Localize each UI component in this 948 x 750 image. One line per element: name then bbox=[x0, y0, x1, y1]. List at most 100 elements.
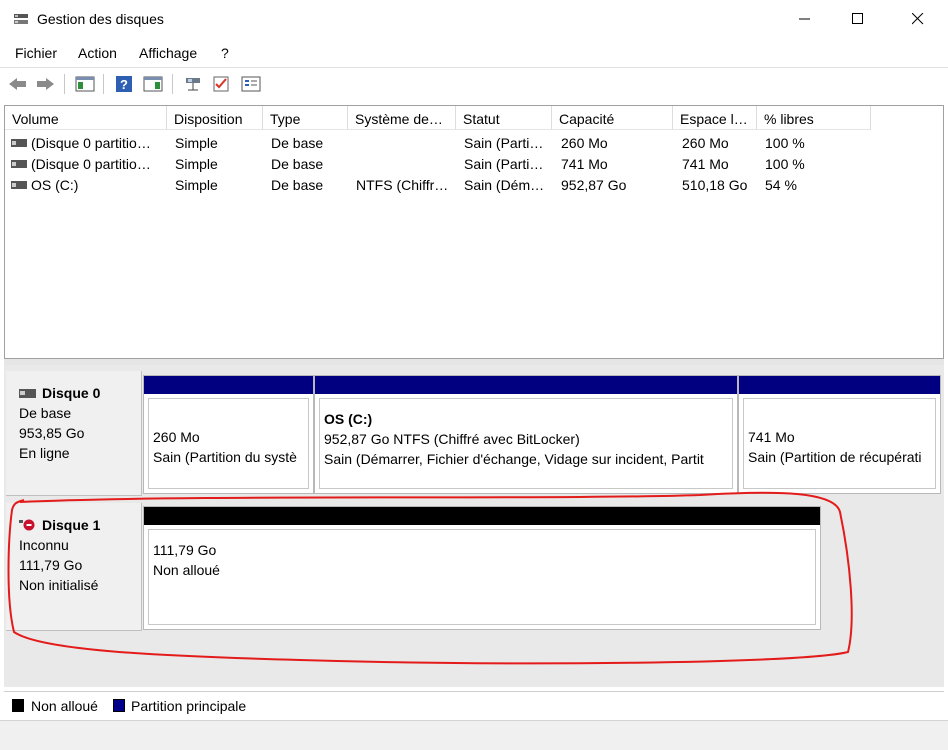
legend-unallocated-swatch bbox=[12, 699, 24, 712]
partition-status: Sain (Démarrer, Fichier d'échange, Vidag… bbox=[324, 451, 704, 467]
status-bar bbox=[0, 720, 948, 750]
cell-percent-free: 100 % bbox=[765, 156, 805, 172]
column-capacity[interactable]: Capacité bbox=[552, 106, 673, 130]
partition-body: OS (C:) 952,87 Go NTFS (Chiffré avec Bit… bbox=[319, 398, 733, 489]
drive-icon bbox=[11, 139, 27, 147]
disk0-partition-recovery[interactable]: 741 Mo Sain (Partition de récupérati bbox=[738, 375, 941, 494]
disk1-name: Disque 1 bbox=[19, 515, 141, 535]
close-icon bbox=[912, 13, 924, 25]
menu-action[interactable]: Action bbox=[78, 45, 117, 61]
legend-primary-label: Partition principale bbox=[131, 698, 247, 714]
console-tree-button[interactable] bbox=[74, 73, 96, 95]
help-button[interactable]: ? bbox=[113, 73, 135, 95]
checklist-button[interactable] bbox=[210, 73, 232, 95]
disk1-type: Inconnu bbox=[19, 537, 69, 553]
help-icon: ? bbox=[116, 76, 132, 92]
back-icon bbox=[9, 78, 26, 90]
partition-title: OS (C:) bbox=[324, 411, 373, 427]
partition-size: 741 Mo bbox=[748, 429, 795, 445]
disk0-name: Disque 0 bbox=[19, 383, 141, 403]
maximize-icon bbox=[852, 13, 863, 24]
disk-management-app-icon bbox=[14, 14, 28, 24]
menu-bar: Fichier Action Affichage ? bbox=[0, 41, 948, 65]
disk1-label[interactable]: Disque 1 Inconnu 111,79 Go Non initialis… bbox=[6, 503, 142, 631]
cell-percent-free: 54 % bbox=[765, 177, 797, 193]
action-pane-button[interactable] bbox=[142, 73, 164, 95]
legend: Non alloué Partition principale bbox=[4, 691, 944, 717]
cell-disposition: Simple bbox=[175, 156, 218, 172]
toolbar: ? bbox=[0, 67, 948, 99]
cell-free-space: 741 Mo bbox=[682, 156, 729, 172]
close-button[interactable] bbox=[895, 0, 941, 38]
maximize-button[interactable] bbox=[835, 0, 881, 38]
column-volume[interactable]: Volume bbox=[5, 106, 167, 130]
title-bar: Gestion des disques bbox=[0, 0, 948, 38]
partition-size: 111,79 Go bbox=[153, 542, 217, 558]
table-row[interactable]: (Disque 0 partitio… Simple De base Sain … bbox=[5, 154, 943, 175]
cell-free-space: 510,18 Go bbox=[682, 177, 748, 193]
disk0-partition-system[interactable]: 260 Mo Sain (Partition du systè bbox=[143, 375, 314, 494]
disk-icon bbox=[19, 388, 36, 398]
cell-status: Sain (Dém… bbox=[464, 177, 545, 193]
column-filesystem[interactable]: Système de… bbox=[348, 106, 456, 130]
action-pane-icon bbox=[143, 76, 163, 92]
svg-text:?: ? bbox=[120, 77, 128, 92]
back-button[interactable] bbox=[7, 73, 29, 95]
cell-status: Sain (Parti… bbox=[464, 156, 544, 172]
volume-list-header: Volume Disposition Type Système de… Stat… bbox=[5, 106, 943, 130]
disk0-partition-os[interactable]: OS (C:) 952,87 Go NTFS (Chiffré avec Bit… bbox=[314, 375, 738, 494]
disk1-unallocated-space[interactable]: 111,79 Go Non alloué bbox=[143, 506, 821, 630]
disk0-status: En ligne bbox=[19, 445, 70, 461]
column-free-space[interactable]: Espace l… bbox=[673, 106, 757, 130]
properties-button[interactable] bbox=[240, 73, 262, 95]
column-type[interactable]: Type bbox=[263, 106, 348, 130]
menu-fichier[interactable]: Fichier bbox=[15, 45, 57, 61]
partition-body: 741 Mo Sain (Partition de récupérati bbox=[743, 398, 936, 489]
cell-disposition: Simple bbox=[175, 135, 218, 151]
partition-size: 260 Mo bbox=[153, 429, 200, 445]
cell-disposition: Simple bbox=[175, 177, 218, 193]
disk-error-icon bbox=[19, 519, 35, 531]
cell-capacity: 260 Mo bbox=[561, 135, 608, 151]
table-row[interactable]: (Disque 0 partitio… Simple De base Sain … bbox=[5, 133, 943, 154]
cell-status: Sain (Parti… bbox=[464, 135, 544, 151]
window-title: Gestion des disques bbox=[37, 11, 164, 27]
disk1-status: Non initialisé bbox=[19, 577, 99, 593]
drive-icon bbox=[11, 160, 27, 168]
drive-icon bbox=[11, 181, 27, 189]
partition-status: Non alloué bbox=[153, 562, 220, 578]
unallocated-bar bbox=[144, 507, 820, 525]
disk1-title: Disque 1 bbox=[42, 517, 101, 533]
disk0-label[interactable]: Disque 0 De base 953,85 Go En ligne bbox=[6, 371, 142, 496]
legend-primary-swatch bbox=[113, 699, 125, 712]
connect-button[interactable] bbox=[182, 73, 204, 95]
column-status[interactable]: Statut bbox=[456, 106, 552, 130]
cell-volume: OS (C:) bbox=[31, 177, 79, 193]
menu-help[interactable]: ? bbox=[221, 45, 229, 61]
cell-volume: (Disque 0 partitio… bbox=[31, 135, 151, 151]
disk1-size: 111,79 Go bbox=[19, 557, 83, 573]
cell-type: De base bbox=[271, 135, 324, 151]
table-row[interactable]: OS (C:) Simple De base NTFS (Chiffr… Sai… bbox=[5, 175, 943, 196]
partition-body: 260 Mo Sain (Partition du systè bbox=[148, 398, 309, 489]
connect-icon bbox=[186, 78, 200, 91]
partition-status: Sain (Partition du systè bbox=[153, 449, 297, 465]
volume-list: Volume Disposition Type Système de… Stat… bbox=[4, 105, 944, 359]
cell-percent-free: 100 % bbox=[765, 135, 805, 151]
column-percent-free[interactable]: % libres bbox=[757, 106, 871, 130]
menu-affichage[interactable]: Affichage bbox=[139, 45, 197, 61]
primary-partition-bar bbox=[315, 376, 737, 394]
partition-status: Sain (Partition de récupérati bbox=[748, 449, 922, 465]
column-disposition[interactable]: Disposition bbox=[167, 106, 263, 130]
minimize-icon bbox=[799, 18, 810, 20]
minimize-button[interactable] bbox=[782, 0, 828, 38]
primary-partition-bar bbox=[144, 376, 313, 394]
cell-filesystem: NTFS (Chiffr… bbox=[356, 177, 449, 193]
primary-partition-bar bbox=[739, 376, 940, 394]
cell-free-space: 260 Mo bbox=[682, 135, 729, 151]
forward-button[interactable] bbox=[34, 73, 56, 95]
legend-unallocated-label: Non alloué bbox=[31, 698, 98, 714]
disk-graphical-view: Disque 0 De base 953,85 Go En ligne 260 … bbox=[4, 365, 944, 687]
partition-body: 111,79 Go Non alloué bbox=[148, 529, 816, 625]
cell-type: De base bbox=[271, 156, 324, 172]
